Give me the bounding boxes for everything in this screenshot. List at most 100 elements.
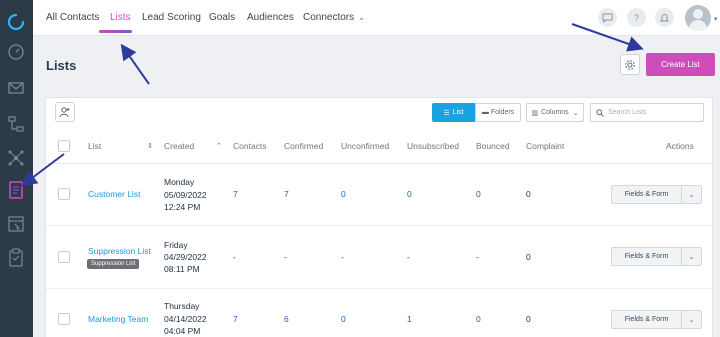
tab-connectors-label: Connectors: [303, 12, 355, 23]
confirmed-count: -: [284, 252, 287, 262]
created-time: 12:24 PM: [164, 202, 201, 212]
chevron-down-icon: ⌄: [572, 109, 579, 117]
fields-form-label[interactable]: Fields & Form: [612, 186, 682, 203]
pages-icon[interactable]: [4, 212, 28, 236]
add-person-icon: [59, 107, 70, 118]
unconfirmed-count: -: [341, 252, 344, 262]
search-box[interactable]: [590, 103, 704, 122]
sort-icon[interactable]: ⇕: [147, 142, 153, 150]
complaint-count: 0: [526, 189, 531, 199]
bounced-count[interactable]: 0: [476, 314, 481, 324]
bell-icon[interactable]: [655, 8, 674, 27]
created-time: 04:04 PM: [164, 326, 201, 336]
header-contacts[interactable]: Contacts: [233, 141, 267, 151]
confirmed-count[interactable]: 6: [284, 314, 289, 324]
network-icon[interactable]: [4, 146, 28, 170]
header-created[interactable]: Created: [164, 141, 194, 151]
reports-icon[interactable]: [4, 246, 28, 270]
sort-asc-icon[interactable]: ⌃: [216, 142, 222, 150]
chat-icon[interactable]: [598, 8, 617, 27]
header-complaint[interactable]: Complaint: [526, 141, 564, 151]
annotation-arrow-lists-tab: [120, 43, 150, 85]
row-checkbox[interactable]: [58, 251, 70, 263]
unconfirmed-count[interactable]: 0: [341, 189, 346, 199]
contacts-count: -: [233, 252, 236, 262]
list-name-link[interactable]: Customer List: [88, 189, 140, 199]
unsubscribed-count[interactable]: 1: [407, 314, 412, 324]
unconfirmed-count[interactable]: 0: [341, 314, 346, 324]
list-name-link[interactable]: Suppression List: [88, 246, 151, 256]
complaint-count: 0: [526, 252, 531, 262]
tab-all-contacts[interactable]: All Contacts: [46, 12, 99, 23]
chevron-down-icon[interactable]: ▾: [714, 15, 718, 23]
header-bounced[interactable]: Bounced: [476, 141, 510, 151]
folder-icon: ▬: [481, 109, 489, 116]
create-list-button[interactable]: Create List: [646, 53, 715, 76]
gear-icon: [625, 59, 635, 70]
left-sidebar: [0, 0, 33, 337]
status-badge: Suppression List: [87, 259, 140, 269]
add-contact-button[interactable]: [55, 102, 75, 122]
fields-form-button[interactable]: Fields & Form ⌄: [611, 310, 702, 329]
contacts-count[interactable]: 7: [233, 314, 238, 324]
tab-lead-scoring[interactable]: Lead Scoring: [142, 12, 201, 23]
header-actions: Actions: [666, 141, 694, 151]
email-icon[interactable]: [4, 76, 28, 100]
row-divider: [46, 288, 712, 289]
created-date: 04/14/2022: [164, 314, 207, 324]
chevron-down-icon[interactable]: ⌄: [682, 186, 701, 203]
created-date: 04/29/2022: [164, 252, 207, 262]
tab-audiences[interactable]: Audiences: [247, 12, 294, 23]
fields-form-button[interactable]: Fields & Form ⌄: [611, 247, 702, 266]
chevron-down-icon[interactable]: ⌄: [682, 248, 701, 265]
unsubscribed-count: -: [407, 252, 410, 262]
created-day: Thursday: [164, 301, 200, 311]
columns-dropdown[interactable]: ▥ Columns ⌄: [526, 103, 584, 122]
header-unsubscribed[interactable]: Unsubscribed: [407, 141, 459, 151]
created-day: Monday: [164, 177, 195, 187]
chevron-down-icon: ⌄: [358, 13, 365, 22]
created-date: 05/09/2022: [164, 190, 207, 200]
header-list[interactable]: List: [88, 141, 101, 151]
tab-goals[interactable]: Goals: [209, 12, 235, 23]
row-divider: [46, 225, 712, 226]
bounced-count: -: [476, 252, 479, 262]
list-name-link[interactable]: Marketing Team: [88, 314, 148, 324]
search-icon: [596, 108, 604, 117]
app-logo-icon[interactable]: [4, 10, 28, 34]
contacts-count[interactable]: 7: [233, 189, 238, 199]
view-list-label: List: [452, 109, 464, 116]
row-checkbox[interactable]: [58, 313, 70, 325]
header-divider: [46, 163, 712, 164]
select-all-checkbox[interactable]: [58, 140, 70, 152]
view-folders-button[interactable]: ▬ Folders: [475, 103, 521, 122]
tab-lists[interactable]: Lists: [110, 12, 131, 23]
dashboard-icon[interactable]: [4, 40, 28, 64]
bounced-count[interactable]: 0: [476, 189, 481, 199]
list-view-icon: ☰: [443, 109, 450, 117]
complaint-count: 0: [526, 314, 531, 324]
header-confirmed[interactable]: Confirmed: [284, 141, 323, 151]
help-icon[interactable]: ?: [627, 8, 646, 27]
search-input[interactable]: [608, 109, 703, 116]
fields-form-label[interactable]: Fields & Form: [612, 248, 682, 265]
header-unconfirmed[interactable]: Unconfirmed: [341, 141, 389, 151]
confirmed-count[interactable]: 7: [284, 189, 289, 199]
row-checkbox[interactable]: [58, 188, 70, 200]
fields-form-label[interactable]: Fields & Form: [612, 311, 682, 328]
avatar[interactable]: [685, 5, 711, 31]
fields-form-button[interactable]: Fields & Form ⌄: [611, 185, 702, 204]
view-list-button[interactable]: ☰ List: [432, 103, 475, 122]
top-navigation: All Contacts Lists Lead Scoring Goals Au…: [33, 0, 720, 36]
page-title: Lists: [46, 58, 77, 73]
active-tab-indicator: [99, 30, 132, 33]
chevron-down-icon[interactable]: ⌄: [682, 311, 701, 328]
columns-label: Columns: [541, 109, 569, 116]
unsubscribed-count[interactable]: 0: [407, 189, 412, 199]
settings-button[interactable]: [620, 54, 640, 75]
created-time: 08:11 PM: [164, 264, 200, 274]
contacts-icon[interactable]: [4, 178, 28, 202]
tab-connectors[interactable]: Connectors ⌄: [303, 12, 365, 23]
automation-icon[interactable]: [4, 112, 28, 136]
columns-icon: ▥: [531, 109, 539, 117]
